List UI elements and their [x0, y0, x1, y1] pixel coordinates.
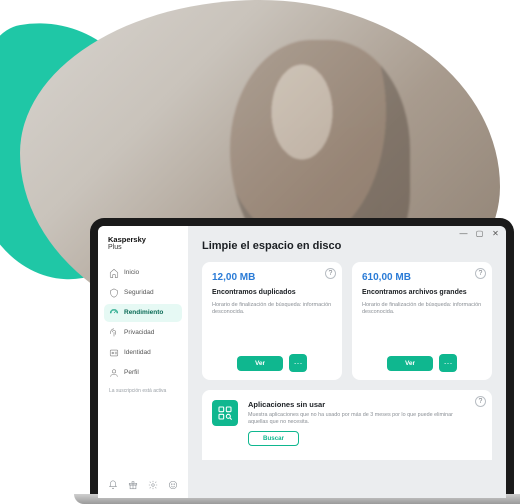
sidebar-nav: Inicio Seguridad Rendimiento Privacidad [104, 264, 182, 394]
sidebar-item-label: Privacidad [124, 329, 154, 336]
sidebar-item-label: Seguridad [124, 289, 154, 296]
sidebar-item-inicio[interactable]: Inicio [104, 264, 182, 282]
duplicates-view-button[interactable]: Ver [237, 356, 283, 371]
id-card-icon [109, 348, 119, 358]
sidebar-item-label: Perfil [124, 369, 139, 376]
bell-icon[interactable] [108, 480, 118, 490]
sidebar-item-privacidad[interactable]: Privacidad [104, 324, 182, 342]
fingerprint-icon [109, 328, 119, 338]
large-title: Encontramos archivos grandes [362, 289, 482, 296]
unused-apps-subtitle: Muestra aplicaciones que no ha usado por… [248, 412, 468, 426]
sidebar: Kaspersky Plus Inicio Seguridad Rendimie… [98, 226, 188, 498]
sidebar-bottom-icons [104, 476, 182, 492]
user-icon [109, 368, 119, 378]
large-subtitle: Horario de finalización de búsqueda: inf… [362, 302, 482, 316]
window-minimize-button[interactable]: — [459, 229, 468, 238]
home-icon [109, 268, 119, 278]
card-duplicates: ? 12,00 MB Encontramos duplicados Horari… [202, 262, 342, 380]
sidebar-item-rendimiento[interactable]: Rendimiento [104, 304, 182, 322]
help-icon[interactable]: ? [325, 268, 336, 279]
duplicates-title: Encontramos duplicados [212, 289, 332, 296]
card-unused-apps: ? Aplicaciones sin usar Muestra aplicaci… [202, 390, 492, 460]
sidebar-item-label: Inicio [124, 269, 139, 276]
card-large-files: ? 610,00 MB Encontramos archivos grandes… [352, 262, 492, 380]
duplicates-actions: Ver ··· [212, 354, 332, 372]
brand-name: Kaspersky [108, 235, 146, 244]
laptop-frame: — ▢ ✕ Kaspersky Plus Inicio Seguridad [90, 218, 514, 498]
gift-icon[interactable] [128, 480, 138, 490]
sidebar-item-perfil[interactable]: Perfil [104, 364, 182, 382]
support-icon[interactable] [168, 480, 178, 490]
brand-product: Plus [108, 244, 182, 252]
unused-apps-text: Aplicaciones sin usar Muestra aplicacion… [248, 400, 482, 446]
sidebar-item-label: Rendimiento [124, 309, 163, 316]
duplicates-stat: 12,00 MB [212, 272, 332, 283]
large-view-button[interactable]: Ver [387, 356, 433, 371]
page-title: Limpie el espacio en disco [202, 240, 492, 252]
cards-row: ? 12,00 MB Encontramos duplicados Horari… [202, 262, 492, 380]
app-window: — ▢ ✕ Kaspersky Plus Inicio Seguridad [98, 226, 506, 498]
large-actions: Ver ··· [362, 354, 482, 372]
brand: Kaspersky Plus [104, 236, 182, 252]
sidebar-item-label: Identidad [124, 349, 151, 356]
unused-apps-search-button[interactable]: Buscar [248, 431, 299, 446]
gear-icon[interactable] [148, 480, 158, 490]
subscription-note: La suscripción está activa [104, 388, 182, 394]
large-stat: 610,00 MB [362, 272, 482, 283]
window-maximize-button[interactable]: ▢ [475, 229, 484, 238]
help-icon[interactable]: ? [475, 396, 486, 407]
magnify-apps-icon [217, 405, 233, 421]
main-content: Limpie el espacio en disco ? 12,00 MB En… [188, 226, 506, 498]
sidebar-item-identidad[interactable]: Identidad [104, 344, 182, 362]
shield-icon [109, 288, 119, 298]
unused-apps-icon-box [212, 400, 238, 426]
large-more-button[interactable]: ··· [439, 354, 457, 372]
duplicates-subtitle: Horario de finalización de búsqueda: inf… [212, 302, 332, 316]
speedometer-icon [109, 308, 119, 318]
window-close-button[interactable]: ✕ [491, 229, 500, 238]
unused-apps-title: Aplicaciones sin usar [248, 400, 482, 409]
sidebar-item-seguridad[interactable]: Seguridad [104, 284, 182, 302]
duplicates-more-button[interactable]: ··· [289, 354, 307, 372]
app-body: Kaspersky Plus Inicio Seguridad Rendimie… [98, 226, 506, 498]
window-controls: — ▢ ✕ [459, 229, 500, 238]
help-icon[interactable]: ? [475, 268, 486, 279]
